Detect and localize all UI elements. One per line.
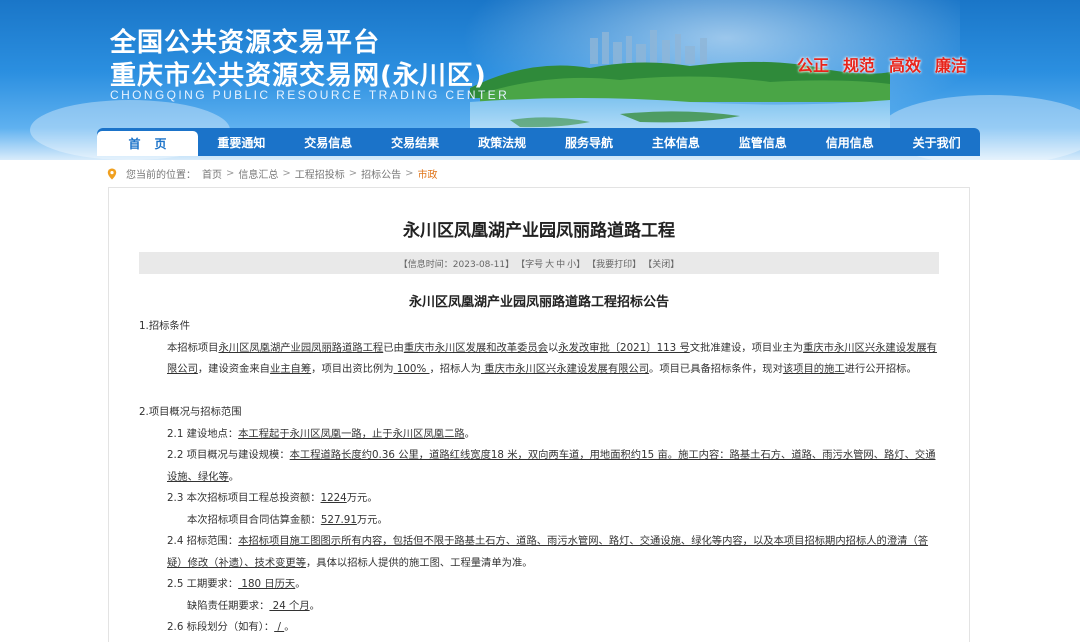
text: ，建设资金来自	[197, 363, 270, 375]
text: 。	[295, 578, 306, 590]
font-size-large-button[interactable]: 大	[545, 257, 554, 270]
slogan-group: 公正 规范 高效 廉洁	[797, 52, 967, 76]
section-heading: 1.招标条件	[139, 320, 191, 332]
text: 已由	[383, 341, 404, 354]
label: 2.6 标段划分（如有）：	[167, 621, 275, 633]
label: 2.5 工期要求：	[167, 578, 239, 590]
text: ，招标人为	[429, 363, 481, 375]
estimate-value: 527.91	[320, 513, 357, 526]
slogan-standard: 规范	[843, 56, 876, 75]
item-scale: 2.2 项目概况与建设规模：本工程道路长度约0.36 公里，道路红线宽度18 米…	[139, 445, 941, 488]
paragraph-tender-conditions: 本招标项目永川区凤凰湖产业园凤丽路道路工程已由重庆市永川区发展和改革委员会以永发…	[139, 338, 941, 381]
nav-item-supervision[interactable]: 监管信息	[719, 128, 806, 156]
tenderer-name: 重庆市永川区兴永建设发展有限公司	[481, 363, 650, 375]
label: 2.4 招标范围：	[167, 535, 239, 547]
tender-scope: 该项目的施工	[782, 363, 845, 375]
breadcrumb-separator: >	[282, 168, 291, 179]
unit: 万元。	[356, 513, 388, 526]
slogan-fair: 公正	[797, 56, 830, 75]
platform-title: 全国公共资源交易平台	[110, 28, 381, 58]
info-time: 【信息时间：2023-08-11】	[398, 259, 515, 270]
text: 本招标项目	[167, 341, 219, 354]
nav-item-trade-info[interactable]: 交易信息	[285, 128, 372, 156]
font-size-medium-button[interactable]: 中	[556, 257, 565, 270]
text: 进行公开招标。	[844, 363, 917, 375]
unit: 万元。	[346, 492, 378, 504]
label: 缺陷责任期要求：	[187, 599, 270, 612]
font-size-label: 【字号	[516, 259, 544, 270]
breadcrumb-tender-notices[interactable]: 招标公告	[361, 166, 401, 181]
text: 。项目已具备招标条件，现对	[649, 363, 783, 375]
project-name: 永川区凤凰湖产业园凤丽路道路工程	[218, 341, 384, 354]
section-heading: 2.项目概况与招标范围	[139, 406, 242, 418]
range-value: 本招标项目施工图图示所有内容，包括但不限于路基土石方、道路、雨污水管网、路灯、交…	[167, 535, 929, 569]
text: ，项目出资比例为	[311, 363, 394, 375]
location-pin-icon	[107, 168, 117, 179]
site-title-english: CHONGQING PUBLIC RESOURCE TRADING CENTER	[110, 88, 510, 102]
location-value: 本工程起于永川区凤凰一路，止于永川区凤凰二路	[238, 427, 465, 440]
nav-item-entity-info[interactable]: 主体信息	[632, 128, 719, 156]
approver-name: 重庆市永川区发展和改革委员会	[403, 341, 548, 354]
duration-value: 180 日历天	[238, 578, 296, 590]
breadcrumb-home[interactable]: 首页	[202, 166, 222, 181]
font-size-small-button[interactable]: 小】	[567, 257, 585, 270]
text: 。	[284, 621, 295, 633]
print-button[interactable]: 【我要打印】	[587, 257, 641, 270]
label: 2.2 项目概况与建设规模：	[167, 449, 290, 461]
notice-title: 永川区凤凰湖产业园凤丽路道路工程招标公告	[408, 295, 669, 310]
text: 。	[228, 470, 240, 483]
site-title: 重庆市公共资源交易网(永川区)	[110, 61, 487, 91]
article-panel: 永川区凤凰湖产业园凤丽路道路工程 【信息时间：2023-08-11】 【字号 大…	[108, 187, 970, 642]
item-tender-range: 2.4 招标范围：本招标项目施工图图示所有内容，包括但不限于路基土石方、道路、雨…	[139, 531, 941, 574]
close-button[interactable]: 【关闭】	[643, 257, 679, 270]
nav-item-service-guide[interactable]: 服务导航	[546, 128, 633, 156]
liability-value: 24 个月	[269, 599, 310, 612]
item-defect-liability: 缺陷责任期要求： 24 个月。	[139, 596, 941, 618]
nav-item-about[interactable]: 关于我们	[893, 128, 980, 156]
nav-item-home[interactable]: 首页	[97, 131, 198, 156]
nav-item-policies[interactable]: 政策法规	[459, 128, 546, 156]
item-location: 2.1 建设地点：本工程起于永川区凤凰一路，止于永川区凤凰二路。	[139, 424, 941, 446]
city-lake-illustration	[470, 30, 890, 138]
breadcrumb-municipal[interactable]: 市政	[418, 166, 438, 181]
item-duration: 2.5 工期要求： 180 日历天。	[139, 574, 941, 596]
main-nav: 首页 重要通知 交易信息 交易结果 政策法规 服务导航 主体信息 监管信息 信用…	[97, 128, 980, 156]
nav-item-notices[interactable]: 重要通知	[198, 128, 285, 156]
fund-source: 业主自筹	[269, 363, 312, 375]
article-title: 永川区凤凰湖产业园凤丽路道路工程	[403, 221, 675, 241]
text: 文批准建设，项目业主为	[689, 341, 804, 354]
item-total-investment: 2.3 本次招标项目工程总投资额：1224万元。	[139, 488, 941, 510]
nav-item-credit[interactable]: 信用信息	[806, 128, 893, 156]
breadcrumb-separator: >	[405, 168, 414, 179]
article-info-bar: 【信息时间：2023-08-11】 【字号 大 中 小】 【我要打印】 【关闭】	[139, 252, 939, 274]
label: 2.1 建设地点：	[167, 427, 239, 440]
nav-item-trade-results[interactable]: 交易结果	[372, 128, 459, 156]
text: 。	[522, 556, 533, 569]
breadcrumb-info-summary[interactable]: 信息汇总	[238, 166, 278, 181]
approval-doc-number: 永发改审批〔2021〕113 号	[558, 341, 690, 354]
label: 2.3 本次招标项目工程总投资额：	[167, 492, 321, 504]
item-contract-estimate: 本次招标项目合同估算金额：527.91万元。	[139, 510, 941, 532]
lot-value: /	[274, 621, 285, 633]
slogan-clean: 廉洁	[935, 56, 968, 75]
breadcrumb: 您当前的位置： 首页 > 信息汇总 > 工程招投标 > 招标公告 > 市政	[106, 166, 438, 181]
article-body: 1.招标条件 本招标项目永川区凤凰湖产业园凤丽路道路工程已由重庆市永川区发展和改…	[139, 316, 941, 639]
text: 。	[309, 599, 320, 612]
breadcrumb-separator: >	[348, 168, 358, 179]
text: 以	[547, 341, 559, 354]
investment-ratio: 100%	[393, 363, 430, 375]
investment-value: 1224	[320, 492, 347, 504]
breadcrumb-prefix: 您当前的位置：	[126, 170, 196, 181]
label: 本次招标项目合同估算金额：	[187, 513, 321, 526]
breadcrumb-separator: >	[226, 168, 235, 179]
text: 。	[464, 427, 475, 440]
breadcrumb-engineering-bids[interactable]: 工程招投标	[295, 166, 345, 181]
text: ，具体以招标人提供的施工图、工程量清单为准	[306, 556, 523, 569]
item-lot-division: 2.6 标段划分（如有）： / 。	[139, 617, 941, 639]
slogan-efficient: 高效	[889, 56, 922, 75]
